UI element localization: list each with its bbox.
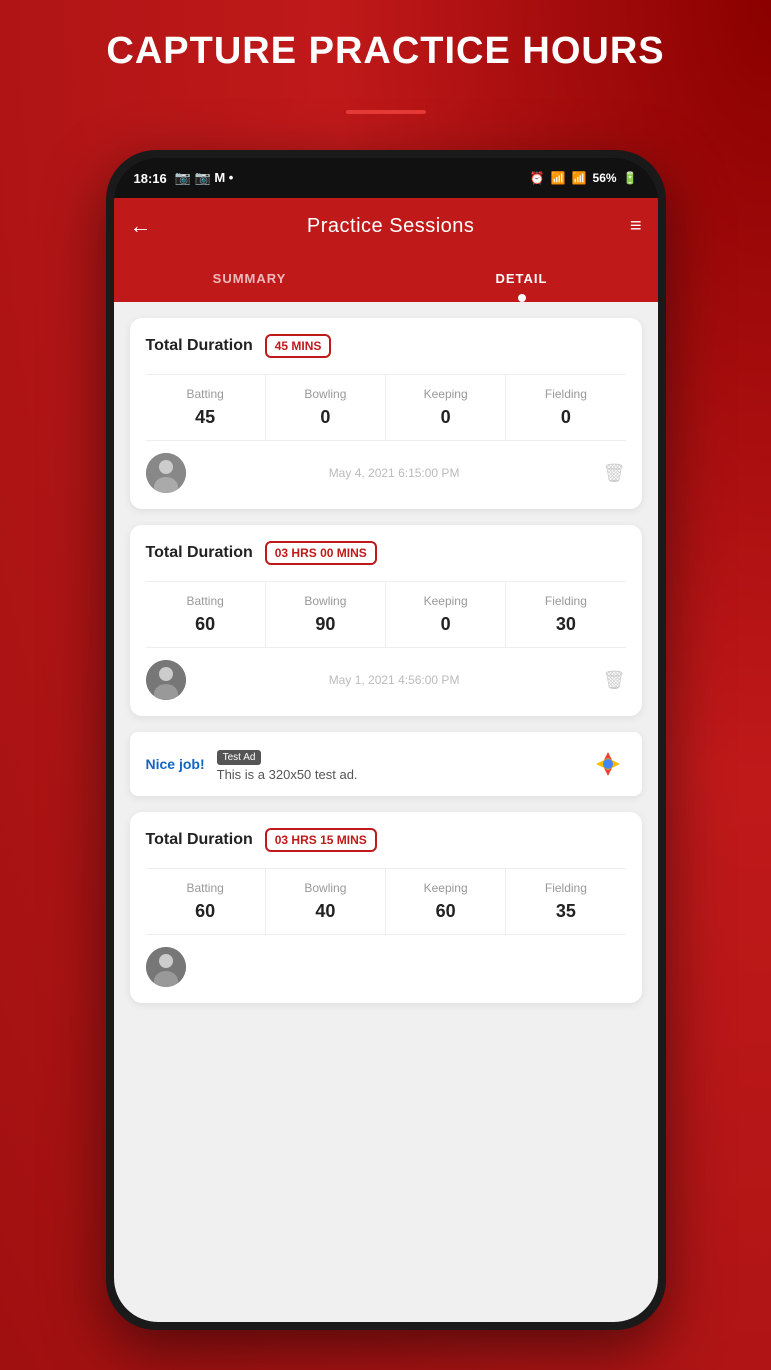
card-2-batting-label: Batting: [186, 594, 223, 608]
card-1-batting-value: 45: [195, 407, 215, 428]
card-3-keeping-label: Keeping: [424, 881, 468, 895]
card-2-avatar-img: [146, 660, 186, 700]
card-3-avatar-img: [146, 947, 186, 987]
card-3-stats: Batting 60 Bowling 40 Keeping 60 Fieldin…: [146, 868, 626, 935]
card-1-batting-label: Batting: [186, 387, 223, 401]
app-bar: ← Practice Sessions ≡: [114, 198, 658, 254]
card-1-keeping-label: Keeping: [424, 387, 468, 401]
tab-active-indicator: [518, 294, 526, 302]
card-1-delete-button[interactable]: 🗑: [603, 463, 626, 484]
card-2-fielding-value: 30: [556, 614, 576, 635]
session-card-3: Total Duration 03 HRS 15 MINS Batting 60…: [130, 812, 642, 1003]
card-2-keeping-label: Keeping: [424, 594, 468, 608]
card-2-footer: May 1, 2021 4:56:00 PM 🗑: [146, 660, 626, 700]
card-1-fielding: Fielding 0: [506, 375, 625, 440]
ad-text-block: Test Ad This is a 320x50 test ad.: [217, 747, 578, 782]
tab-summary-label: SUMMARY: [213, 271, 287, 286]
card-1-badge: 45 MINS: [265, 334, 332, 358]
card-2-batting-value: 60: [195, 614, 215, 635]
card-3-bowling-label: Bowling: [304, 881, 346, 895]
card-2-bowling-value: 90: [315, 614, 335, 635]
card-1-footer: May 4, 2021 6:15:00 PM 🗑: [146, 453, 626, 493]
ad-icon: [590, 746, 626, 782]
card-2-bowling: Bowling 90: [266, 582, 386, 647]
session-card-2: Total Duration 03 HRS 00 MINS Batting 60…: [130, 525, 642, 716]
card-3-keeping: Keeping 60: [386, 869, 506, 934]
card-2-date: May 1, 2021 4:56:00 PM: [329, 673, 460, 687]
card-3-keeping-value: 60: [436, 901, 456, 922]
tab-detail[interactable]: DETAIL: [386, 254, 658, 302]
card-1-date: May 4, 2021 6:15:00 PM: [329, 466, 460, 480]
back-button[interactable]: ←: [130, 213, 152, 239]
card-1-bowling: Bowling 0: [266, 375, 386, 440]
card-1-keeping: Keeping 0: [386, 375, 506, 440]
card-1-avatar-img: [146, 453, 186, 493]
card-3-header: Total Duration 03 HRS 15 MINS: [146, 828, 626, 852]
card-3-title: Total Duration: [146, 831, 253, 849]
status-icons: 📷 📷 M •: [175, 170, 234, 186]
card-1-bowling-label: Bowling: [304, 387, 346, 401]
card-3-fielding-label: Fielding: [545, 881, 587, 895]
card-2-header: Total Duration 03 HRS 00 MINS: [146, 541, 626, 565]
card-2-avatar: [146, 660, 186, 700]
status-left: 18:16 📷 📷 M •: [134, 170, 234, 186]
filter-button[interactable]: ≡: [630, 215, 642, 238]
alarm-icon: ⏰: [530, 171, 545, 185]
card-3-batting: Batting 60: [146, 869, 266, 934]
tab-detail-label: DETAIL: [496, 271, 548, 286]
card-2-delete-button[interactable]: 🗑: [603, 670, 626, 691]
status-bar: 18:16 📷 📷 M • ⏰ 📶 📶 56% 🔋: [114, 158, 658, 198]
card-3-footer: [146, 947, 626, 987]
card-3-avatar: [146, 947, 186, 987]
card-3-bowling: Bowling 40: [266, 869, 386, 934]
card-3-batting-value: 60: [195, 901, 215, 922]
signal-icon: 📶: [572, 171, 587, 185]
card-1-avatar: [146, 453, 186, 493]
card-1-stats: Batting 45 Bowling 0 Keeping 0 Fielding …: [146, 374, 626, 441]
card-2-fielding-label: Fielding: [545, 594, 587, 608]
ad-label: Test Ad: [217, 750, 262, 765]
ad-banner[interactable]: Nice job! Test Ad This is a 320x50 test …: [130, 732, 642, 796]
card-2-title: Total Duration: [146, 544, 253, 562]
card-2-batting: Batting 60: [146, 582, 266, 647]
content-area: Total Duration 45 MINS Batting 45 Bowlin…: [114, 302, 658, 1322]
tab-bar: SUMMARY DETAIL: [114, 254, 658, 302]
ad-nice-job: Nice job!: [146, 756, 205, 772]
ad-description: This is a 320x50 test ad.: [217, 767, 578, 782]
card-3-badge: 03 HRS 15 MINS: [265, 828, 377, 852]
card-1-bowling-value: 0: [320, 407, 330, 428]
phone-mockup: 18:16 📷 📷 M • ⏰ 📶 📶 56% 🔋 ← Practice Ses…: [106, 150, 666, 1330]
card-1-title: Total Duration: [146, 337, 253, 355]
card-3-fielding-value: 35: [556, 901, 576, 922]
card-2-stats: Batting 60 Bowling 90 Keeping 0 Fielding…: [146, 581, 626, 648]
battery-icon: 🔋: [623, 171, 638, 185]
status-right: ⏰ 📶 📶 56% 🔋: [530, 171, 638, 185]
status-time: 18:16: [134, 171, 167, 186]
tab-summary[interactable]: SUMMARY: [114, 254, 386, 302]
card-3-bowling-value: 40: [315, 901, 335, 922]
card-1-fielding-label: Fielding: [545, 387, 587, 401]
card-2-keeping-value: 0: [441, 614, 451, 635]
app-bar-title: Practice Sessions: [307, 215, 474, 238]
card-2-fielding: Fielding 30: [506, 582, 625, 647]
card-2-badge: 03 HRS 00 MINS: [265, 541, 377, 565]
card-2-keeping: Keeping 0: [386, 582, 506, 647]
card-1-keeping-value: 0: [441, 407, 451, 428]
session-card-1: Total Duration 45 MINS Batting 45 Bowlin…: [130, 318, 642, 509]
card-1-batting: Batting 45: [146, 375, 266, 440]
card-3-fielding: Fielding 35: [506, 869, 625, 934]
page-header-title: CAPTURE PRACTICE HOURS: [0, 30, 771, 73]
battery-level: 56%: [593, 171, 617, 185]
card-3-batting-label: Batting: [186, 881, 223, 895]
wifi-icon: 📶: [551, 171, 566, 185]
header-underline: [346, 110, 426, 114]
card-1-fielding-value: 0: [561, 407, 571, 428]
card-2-bowling-label: Bowling: [304, 594, 346, 608]
card-1-header: Total Duration 45 MINS: [146, 334, 626, 358]
phone-inner: 18:16 📷 📷 M • ⏰ 📶 📶 56% 🔋 ← Practice Ses…: [114, 158, 658, 1322]
